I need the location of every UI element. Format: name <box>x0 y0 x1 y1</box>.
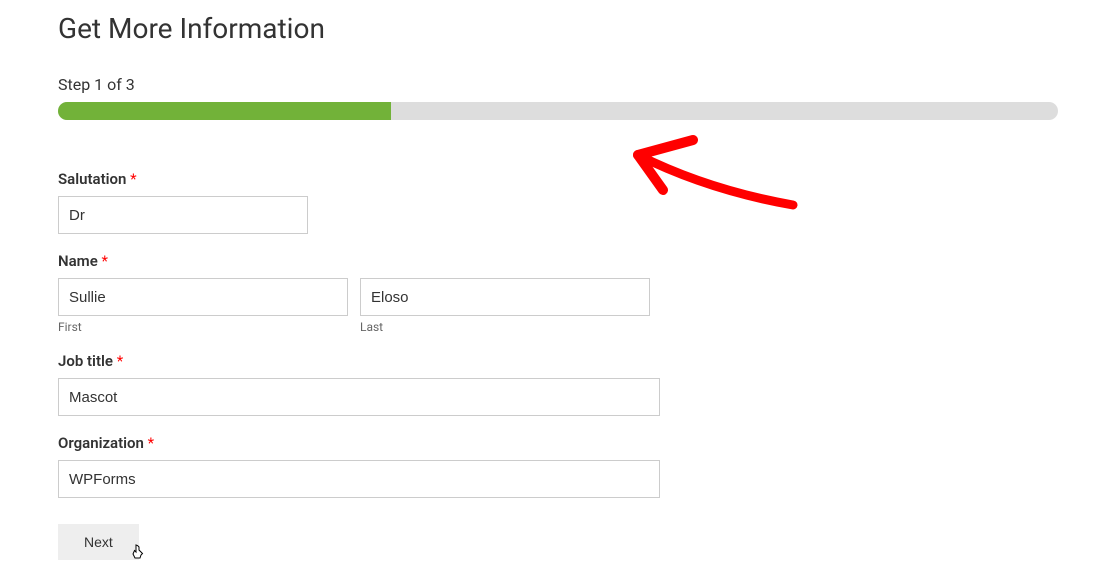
last-name-sublabel: Last <box>360 320 650 334</box>
organization-label-text: Organization <box>58 434 144 452</box>
name-label: Name * <box>58 252 1058 270</box>
first-name-col: First <box>58 278 348 334</box>
job-title-input[interactable] <box>58 378 660 416</box>
required-marker: * <box>117 352 123 370</box>
last-name-input[interactable] <box>360 278 650 316</box>
job-title-label: Job title * <box>58 352 1058 370</box>
first-name-sublabel: First <box>58 320 348 334</box>
salutation-label: Salutation * <box>58 170 1058 188</box>
page-title: Get More Information <box>58 12 1058 45</box>
last-name-col: Last <box>360 278 650 334</box>
step-indicator: Step 1 of 3 <box>58 75 1058 94</box>
progress-bar <box>58 102 1058 120</box>
organization-label: Organization * <box>58 434 1058 452</box>
organization-input[interactable] <box>58 460 660 498</box>
form-container: Get More Information Step 1 of 3 Salutat… <box>0 0 1116 580</box>
field-job-title: Job title * <box>58 352 1058 416</box>
required-marker: * <box>130 170 136 188</box>
first-name-input[interactable] <box>58 278 348 316</box>
salutation-label-text: Salutation <box>58 170 126 188</box>
name-label-text: Name <box>58 252 98 270</box>
job-title-label-text: Job title <box>58 352 113 370</box>
required-marker: * <box>102 252 108 270</box>
next-button[interactable]: Next <box>58 524 139 560</box>
salutation-input[interactable] <box>58 196 308 234</box>
field-organization: Organization * <box>58 434 1058 498</box>
field-name: Name * First Last <box>58 252 1058 334</box>
field-salutation: Salutation * <box>58 170 1058 234</box>
required-marker: * <box>148 434 154 452</box>
name-row: First Last <box>58 278 1058 334</box>
progress-fill <box>58 102 391 120</box>
